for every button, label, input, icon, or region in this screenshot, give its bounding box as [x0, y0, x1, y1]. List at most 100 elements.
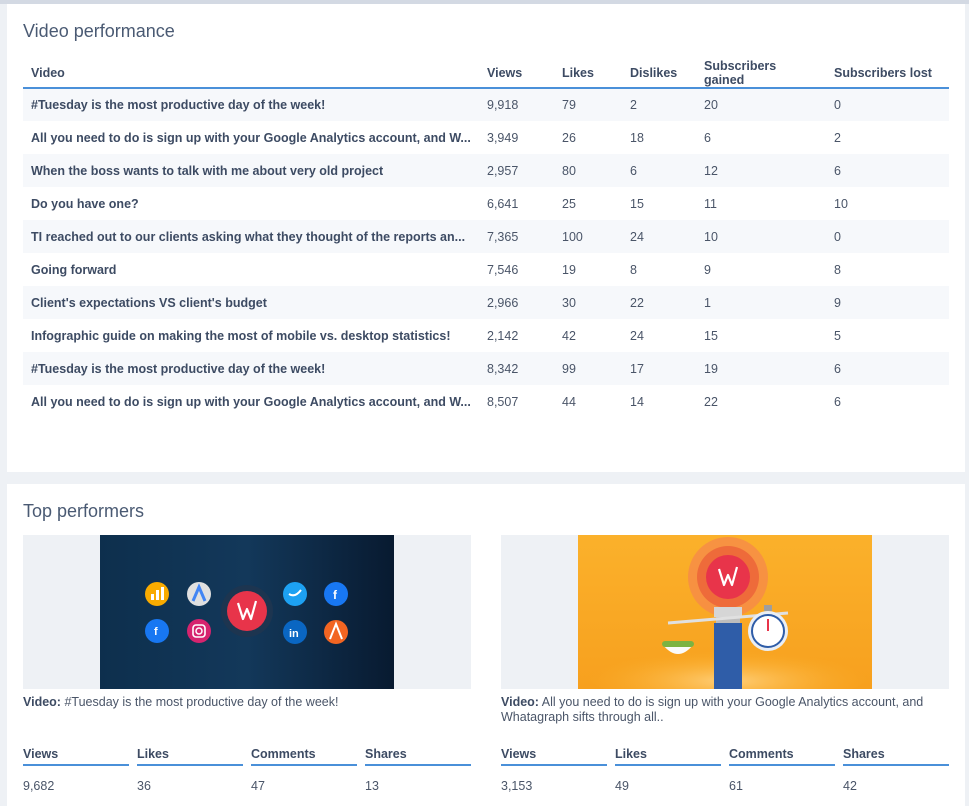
column-header-likes[interactable]: Likes	[554, 59, 622, 89]
stat-likes: Likes 36	[137, 745, 243, 793]
lightbulb-thumbnail-image	[578, 535, 872, 689]
cell-dislikes: 24	[622, 220, 696, 253]
cell-subscribers-gained: 12	[696, 154, 826, 187]
cell-video-title: When the boss wants to talk with me abou…	[23, 154, 479, 187]
cell-likes: 80	[554, 154, 622, 187]
table-row[interactable]: When the boss wants to talk with me abou…	[23, 154, 949, 187]
cell-video-title: Do you have one?	[31, 196, 139, 211]
cell-dislikes: 15	[630, 196, 644, 211]
cell-dislikes: 2	[622, 88, 696, 121]
cell-subscribers-gained: 22	[704, 394, 718, 409]
video-caption-label: Video:	[23, 695, 61, 709]
cell-views: 2,966	[479, 286, 554, 319]
column-header-views[interactable]: Views	[479, 59, 554, 89]
table-row[interactable]: Client's expectations VS client's budget…	[23, 286, 949, 319]
cell-dislikes: 8	[630, 262, 637, 277]
svg-text:in: in	[289, 628, 299, 640]
column-header-video[interactable]: Video	[23, 59, 479, 89]
cell-views: 2,142	[487, 328, 519, 343]
video-thumbnail[interactable]: f f in	[100, 535, 394, 689]
video-caption-title: #Tuesday is the most productive day of t…	[64, 695, 339, 709]
stat-label: Comments	[729, 745, 835, 766]
cell-video-title: #Tuesday is the most productive day of t…	[23, 88, 479, 121]
cell-video-title: All you need to do is sign up with your …	[31, 394, 471, 409]
cell-subscribers-lost: 9	[826, 286, 949, 319]
table-row[interactable]: Going forward 7,546 19 8 9 8	[23, 253, 949, 286]
stat-value: 36	[137, 779, 151, 793]
stat-label: Likes	[615, 745, 721, 766]
cell-views: 2,957	[479, 154, 554, 187]
social-icons-thumbnail-image: f f in	[100, 535, 394, 689]
top-performer-card: Video: All you need to do is sign up wit…	[501, 535, 949, 793]
video-thumbnail-frame	[501, 535, 949, 689]
cell-dislikes: 24	[630, 328, 644, 343]
table-row[interactable]: Do you have one? 6,641 25 15 11 10	[23, 187, 949, 220]
cell-video-title: Client's expectations VS client's budget	[23, 286, 479, 319]
table-row[interactable]: Infographic guide on making the most of …	[23, 319, 949, 352]
cell-subscribers-gained: 15	[704, 328, 718, 343]
cell-likes: 42	[562, 328, 576, 343]
table-row[interactable]: TI reached out to our clients asking wha…	[23, 220, 949, 253]
video-performance-panel: Video performance Video Views Likes Disl…	[7, 4, 965, 472]
cell-subscribers-lost: 6	[826, 154, 949, 187]
cell-subscribers-lost: 6	[826, 352, 949, 385]
cell-subscribers-lost: 0	[826, 88, 949, 121]
table-row[interactable]: All you need to do is sign up with your …	[23, 121, 949, 154]
table-row[interactable]: #Tuesday is the most productive day of t…	[23, 88, 949, 121]
stat-comments: Comments 61	[729, 745, 835, 793]
stat-shares: Shares 42	[843, 745, 949, 793]
cell-likes: 100	[554, 220, 622, 253]
stat-value: 47	[251, 779, 265, 793]
cell-dislikes: 18	[630, 130, 644, 145]
column-header-subscribers-gained[interactable]: Subscribers gained	[696, 59, 826, 89]
cell-subscribers-gained: 1	[696, 286, 826, 319]
stat-label: Views	[501, 745, 607, 766]
stat-label: Likes	[137, 745, 243, 766]
cell-views: 7,546	[487, 262, 519, 277]
video-caption: Video: All you need to do is sign up wit…	[501, 695, 949, 725]
stat-value: 9,682	[23, 779, 55, 793]
cell-subscribers-lost: 5	[834, 328, 841, 343]
cell-subscribers-gained: 6	[704, 130, 711, 145]
stat-label: Comments	[251, 745, 357, 766]
cell-video-title: Going forward	[31, 262, 117, 277]
stat-views: Views 9,682	[23, 745, 129, 793]
stat-value: 61	[729, 779, 743, 793]
cell-views: 8,342	[479, 352, 554, 385]
stat-shares: Shares 13	[365, 745, 471, 793]
cell-subscribers-lost: 6	[834, 394, 841, 409]
cell-views: 8,507	[487, 394, 519, 409]
cell-subscribers-gained: 19	[696, 352, 826, 385]
table-header-row: Video Views Likes Dislikes Subscribers g…	[23, 59, 949, 89]
cell-views: 9,918	[479, 88, 554, 121]
top-performers-title: Top performers	[23, 501, 145, 521]
cell-subscribers-gained: 11	[704, 196, 717, 211]
video-stats: Views 9,682 Likes 36 Comments 47 Shares 13	[23, 745, 471, 793]
cell-likes: 25	[562, 196, 576, 211]
table-row[interactable]: #Tuesday is the most productive day of t…	[23, 352, 949, 385]
svg-text:f: f	[154, 626, 158, 638]
cell-likes: 19	[562, 262, 576, 277]
column-header-subscribers-lost[interactable]: Subscribers lost	[826, 59, 949, 89]
stat-value: 42	[843, 779, 857, 793]
table-row[interactable]: All you need to do is sign up with your …	[23, 385, 949, 418]
stat-value: 3,153	[501, 779, 533, 793]
video-thumbnail[interactable]	[578, 535, 872, 689]
cell-views: 7,365	[479, 220, 554, 253]
top-performer-card: f f in Video: #Tuesday is the most produ…	[23, 535, 471, 793]
cell-subscribers-lost: 2	[834, 130, 841, 145]
stat-likes: Likes 49	[615, 745, 721, 793]
cell-subscribers-gained: 20	[696, 88, 826, 121]
cell-dislikes: 17	[622, 352, 696, 385]
cell-subscribers-lost: 8	[834, 262, 841, 277]
cell-dislikes: 22	[622, 286, 696, 319]
stat-label: Shares	[843, 745, 949, 766]
video-thumbnail-frame: f f in	[23, 535, 471, 689]
stat-value: 13	[365, 779, 379, 793]
stat-label: Views	[23, 745, 129, 766]
column-header-dislikes[interactable]: Dislikes	[622, 59, 696, 89]
video-caption-title: All you need to do is sign up with your …	[501, 695, 924, 724]
cell-subscribers-gained: 9	[704, 262, 711, 277]
cell-likes: 44	[562, 394, 576, 409]
video-stats: Views 3,153 Likes 49 Comments 61 Shares 42	[501, 745, 949, 793]
